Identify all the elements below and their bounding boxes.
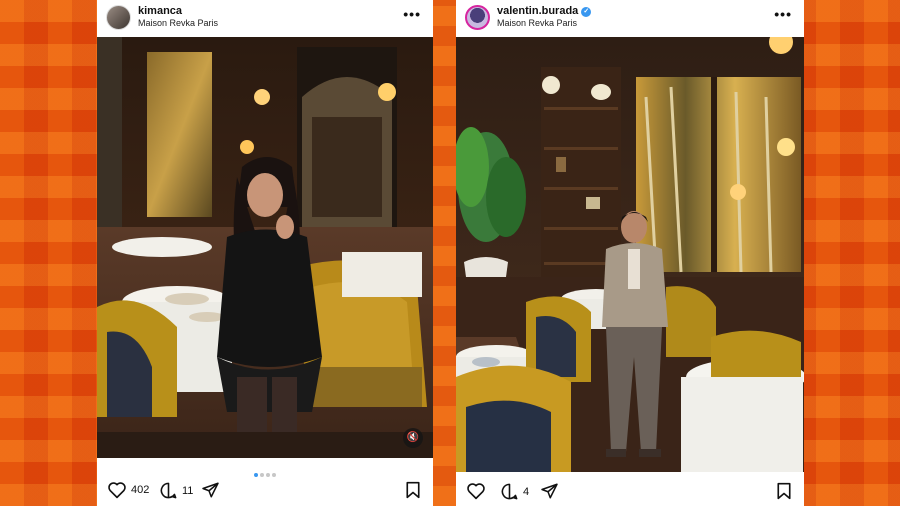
more-icon[interactable]: ••• (403, 6, 421, 22)
comment-count: 11 (182, 484, 194, 497)
post-username-text: valentin.burada (497, 5, 579, 17)
share-icon[interactable] (540, 482, 559, 500)
carousel-indicator (97, 464, 433, 477)
post-actions: 4 (456, 479, 804, 505)
like-action[interactable] (466, 482, 490, 500)
bookmark-icon[interactable] (776, 482, 792, 500)
verified-badge-icon: ✓ (581, 7, 592, 17)
post-actions: 402 11 (97, 478, 433, 504)
comment-action[interactable]: 11 (159, 481, 193, 500)
carousel-dot (260, 473, 264, 477)
avatar[interactable] (465, 5, 490, 30)
post-username[interactable]: kimanca (138, 5, 182, 17)
heart-icon[interactable] (466, 482, 486, 500)
avatar[interactable] (106, 5, 131, 30)
share-action[interactable] (201, 481, 220, 499)
instagram-post-kimanca: kimanca Maison Revka Paris ••• 🔇 402 11 (97, 0, 433, 506)
restaurant-photo-woman (97, 37, 433, 458)
comment-icon[interactable] (159, 481, 178, 500)
post-header: kimanca Maison Revka Paris ••• (97, 0, 433, 37)
share-icon[interactable] (201, 481, 220, 499)
heart-icon[interactable] (107, 481, 127, 499)
post-location[interactable]: Maison Revka Paris (497, 18, 577, 28)
comment-icon[interactable] (500, 482, 519, 501)
bookmark-icon[interactable] (405, 481, 421, 499)
restaurant-photo-man (456, 37, 804, 472)
background-gap (433, 0, 457, 506)
post-header: valentin.burada ✓ Maison Revka Paris ••• (456, 0, 804, 37)
instagram-post-valentin-burada: valentin.burada✓ Maison Revka Paris ••• (456, 0, 804, 506)
carousel-dot (254, 473, 258, 477)
carousel-dot (272, 473, 276, 477)
like-count: 402 (131, 484, 150, 496)
like-action[interactable]: 402 (107, 481, 149, 499)
post-location[interactable]: Maison Revka Paris (138, 18, 218, 28)
post-photo[interactable]: 🔇 (97, 37, 433, 458)
comment-count: 4 (523, 485, 530, 498)
post-photo[interactable] (456, 37, 804, 472)
carousel-dot (266, 473, 270, 477)
more-icon[interactable]: ••• (774, 6, 792, 22)
post-username[interactable]: valentin.burada ✓ (497, 5, 592, 17)
mute-icon[interactable]: 🔇 (403, 428, 423, 448)
save-action[interactable] (405, 481, 421, 499)
share-action[interactable] (540, 482, 559, 500)
save-action[interactable] (776, 482, 792, 500)
comment-action[interactable]: 4 (500, 482, 529, 501)
